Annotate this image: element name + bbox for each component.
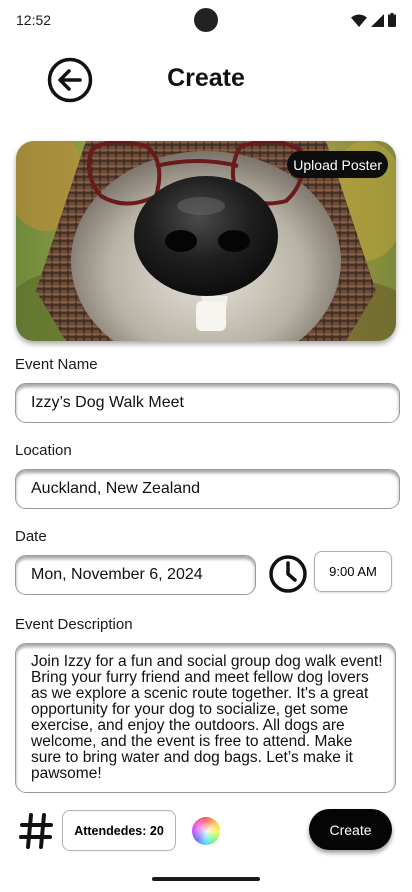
event-name-value: Izzy’s Dog Walk Meet <box>31 394 184 411</box>
create-button[interactable]: Create <box>309 809 392 850</box>
event-description-input[interactable]: Join Izzy for a fun and social group dog… <box>15 643 396 793</box>
event-description-value: Join Izzy for a fun and social group dog… <box>31 653 383 782</box>
battery-icon <box>388 13 396 27</box>
event-name-input[interactable]: Izzy’s Dog Walk Meet <box>15 383 400 423</box>
attendees-button[interactable]: Attendedes: 20 <box>62 810 176 851</box>
event-name-label: Event Name <box>15 356 98 373</box>
event-poster[interactable]: Upload Poster <box>16 141 396 341</box>
hashtag-icon[interactable] <box>19 812 53 850</box>
wifi-icon <box>351 14 367 27</box>
create-event-screen: 12:52 Create Upload Poster Event Name Iz… <box>0 0 412 892</box>
location-value: Auckland, New Zealand <box>31 480 200 497</box>
status-time: 12:52 <box>16 12 52 28</box>
home-indicator[interactable] <box>152 877 260 881</box>
status-bar: 12:52 <box>0 0 412 40</box>
front-camera <box>194 8 218 32</box>
color-picker-icon[interactable] <box>192 817 220 845</box>
date-label: Date <box>15 528 47 545</box>
upload-poster-button[interactable]: Upload Poster <box>287 151 388 178</box>
clock-icon[interactable] <box>268 554 308 594</box>
date-input[interactable]: Mon, November 6, 2024 <box>15 555 256 595</box>
event-description-label: Event Description <box>15 616 133 633</box>
signal-icon <box>371 13 384 27</box>
time-picker-button[interactable]: 9:00 AM <box>314 551 392 592</box>
page-title: Create <box>167 64 245 92</box>
location-input[interactable]: Auckland, New Zealand <box>15 469 400 509</box>
date-value: Mon, November 6, 2024 <box>31 566 203 583</box>
status-icons <box>351 13 396 27</box>
location-label: Location <box>15 442 72 459</box>
